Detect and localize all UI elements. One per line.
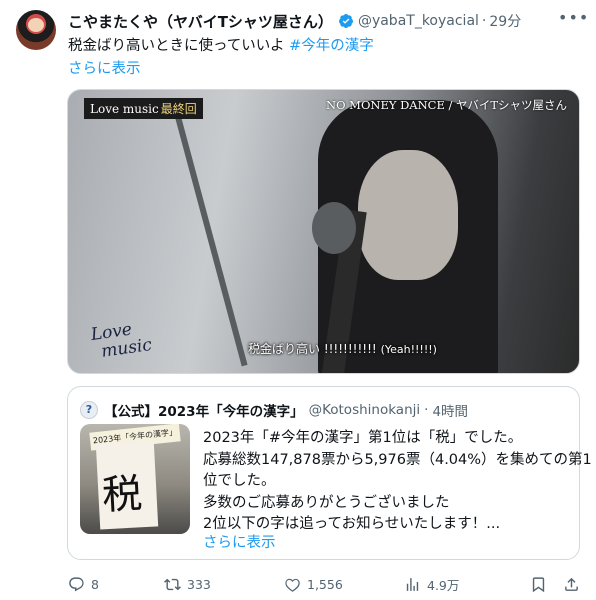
quote-header: ? 【公式】2023年「今年の漢字」 @Kotoshinokanji · 4時間 <box>80 400 468 420</box>
song-credit: NO MONEY DANCE / ヤバイTシャツ屋さん <box>326 98 567 112</box>
quote-avatar[interactable]: ? <box>80 401 98 419</box>
retweet-icon <box>164 578 181 590</box>
performer-face <box>358 150 458 280</box>
thumb-kanji: 税 <box>101 470 144 520</box>
show-tag-label: Love music <box>90 102 159 116</box>
retweet-count: 333 <box>187 576 211 592</box>
like-button[interactable]: 1,556 <box>284 576 404 593</box>
bookmark-icon[interactable] <box>530 576 547 593</box>
views-button[interactable]: 4.9万 <box>404 575 514 594</box>
reply-count: 8 <box>91 576 99 592</box>
hashtag-link[interactable]: #今年の漢字 <box>289 38 374 54</box>
mic-stand <box>174 113 248 367</box>
share-icon[interactable] <box>563 576 580 593</box>
quote-show-more-link[interactable]: さらに表示 <box>203 531 276 552</box>
quote-line: 2023年「#今年の漢字」第1位は「税」でした。 <box>203 430 523 446</box>
retweet-button[interactable]: 333 <box>164 576 284 593</box>
action-bar: 8 333 1,556 4.9万 <box>68 574 580 594</box>
quote-body: 2023年「#今年の漢字」第1位は「税」でした。 応募総数147,878票から5… <box>203 428 592 536</box>
subtitle-en: (Yeah!!!!!) <box>380 343 437 356</box>
verified-badge-icon <box>338 14 353 28</box>
show-tag: Love music 最終回 <box>84 98 203 119</box>
author-name[interactable]: こやまたくや（ヤバイTシャツ屋さん） <box>68 11 333 32</box>
quote-author-handle[interactable]: @Kotoshinokanji <box>309 402 421 418</box>
show-more-link[interactable]: さらに表示 <box>68 57 141 78</box>
views-icon <box>406 577 419 591</box>
avatar[interactable] <box>16 10 56 50</box>
quote-line: 応募総数147,878票から5,976票（4.04%）を集めての第1 <box>203 451 592 468</box>
quote-line: 位でした。 <box>203 473 276 489</box>
tweet-body: 税金ばり高いときに使っていいよ <box>68 38 285 54</box>
subtitle-jp: 税金ばり高い !!!!!!!!!!! <box>248 342 377 356</box>
more-options-icon[interactable]: ••• <box>558 10 588 32</box>
reply-icon <box>69 576 84 591</box>
quote-line: 多数のご応募ありがとうございました <box>203 494 450 511</box>
tweet-header: こやまたくや（ヤバイTシャツ屋さん） @yabaT_koyacial · 29分… <box>68 10 588 32</box>
quote-author-name[interactable]: 【公式】2023年「今年の漢字」 <box>104 400 304 420</box>
tweet-text: 税金ばり高いときに使っていいよ #今年の漢字 <box>68 36 374 56</box>
like-count: 1,556 <box>307 576 343 592</box>
trailing-actions <box>530 576 580 593</box>
heart-icon <box>285 578 300 592</box>
quote-time[interactable]: 4時間 <box>432 400 468 420</box>
author-handle[interactable]: @yabaT_koyacial <box>358 13 479 29</box>
video-media[interactable]: Love music 最終回 NO MONEY DANCE / ヤバイTシャツ屋さ… <box>67 89 580 374</box>
quote-thumbnail[interactable]: 2023年「今年の漢字」 税 <box>80 424 190 534</box>
quote-separator: · <box>424 402 429 418</box>
show-badge: 最終回 <box>160 102 197 116</box>
microphone <box>312 202 356 254</box>
quoted-tweet[interactable]: ? 【公式】2023年「今年の漢字」 @Kotoshinokanji · 4時間… <box>67 386 592 560</box>
video-subtitle: 税金ばり高い !!!!!!!!!!! (Yeah!!!!!) <box>248 340 437 357</box>
views-count: 4.9万 <box>427 577 460 593</box>
reply-button[interactable]: 8 <box>68 576 164 593</box>
love-music-logo: Love music <box>90 318 153 362</box>
header-separator: · <box>481 13 487 29</box>
tweet-time[interactable]: 29分 <box>489 11 521 31</box>
